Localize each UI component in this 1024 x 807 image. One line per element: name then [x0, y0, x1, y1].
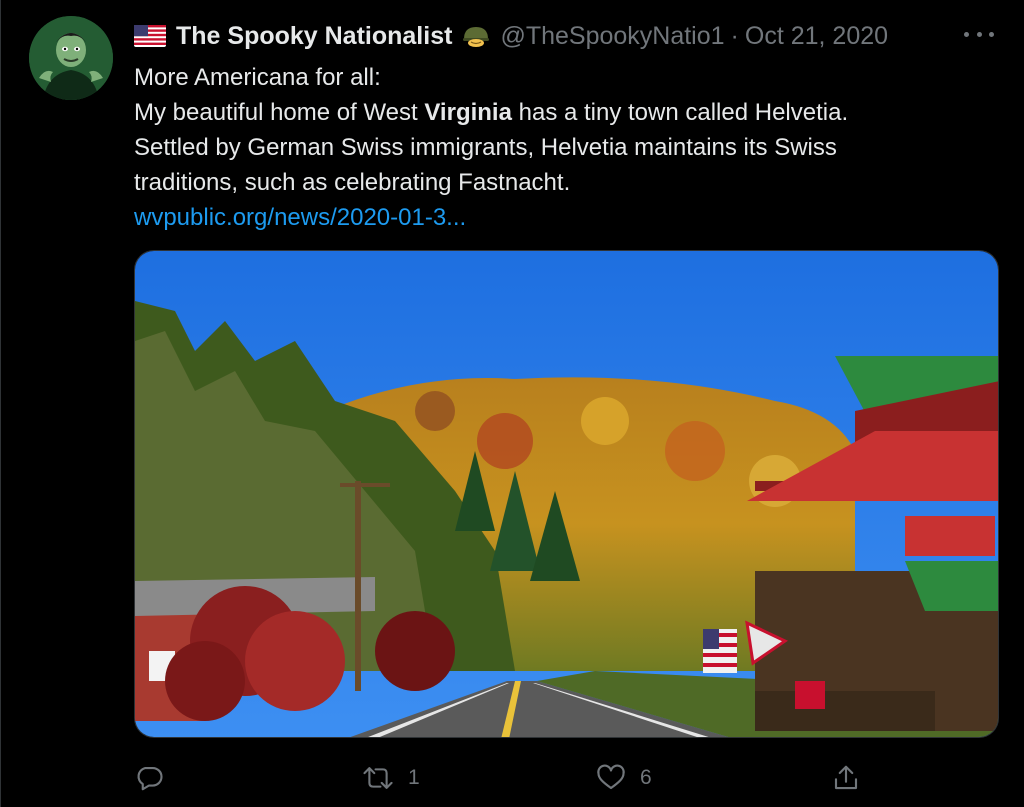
- text-segment: has a tiny town called Helvetia.: [511, 99, 849, 126]
- tweet-text-line: Settled by German Swiss immigrants, Helv…: [134, 134, 837, 161]
- like-count: 6: [640, 766, 652, 789]
- tweet-text: More Americana for all: My beautiful hom…: [134, 60, 994, 235]
- reply-button[interactable]: [134, 758, 178, 798]
- share-button[interactable]: [831, 758, 861, 798]
- reply-icon: [134, 763, 164, 793]
- share-icon: [831, 763, 861, 793]
- tweet-text-line: More Americana for all:: [134, 64, 381, 91]
- tweet-actions: 1 6: [134, 758, 874, 798]
- tweet-header: The Spooky Nationalist @TheSpookyNatio1 …: [134, 16, 888, 56]
- us-flag-icon: [134, 25, 166, 47]
- retweet-count: 1: [408, 766, 420, 789]
- retweet-icon: [362, 763, 394, 793]
- tweet-card[interactable]: The Spooky Nationalist @TheSpookyNatio1 …: [0, 0, 1024, 807]
- author-handle[interactable]: @TheSpookyNatio1: [500, 22, 724, 51]
- tweet-text-line: My beautiful home of West Virginia has a…: [134, 95, 994, 130]
- more-options-icon[interactable]: [964, 22, 994, 46]
- like-button[interactable]: 6: [596, 758, 652, 798]
- author-display-name[interactable]: The Spooky Nationalist: [176, 22, 452, 51]
- tweet-link[interactable]: wvpublic.org/news/2020-01-3...: [134, 200, 994, 235]
- avatar[interactable]: [29, 16, 113, 100]
- text-segment: My beautiful home of West: [134, 99, 425, 126]
- army-helmet-icon: [462, 24, 490, 48]
- heart-icon: [596, 763, 626, 793]
- separator-dot: ·: [730, 21, 739, 50]
- tweet-text-line: traditions, such as celebrating Fastnach…: [134, 169, 571, 196]
- tweet-date[interactable]: Oct 21, 2020: [745, 22, 888, 51]
- retweet-button[interactable]: 1: [362, 758, 420, 798]
- tweet-photo[interactable]: [134, 250, 999, 738]
- text-bold-segment: Virginia: [424, 99, 512, 126]
